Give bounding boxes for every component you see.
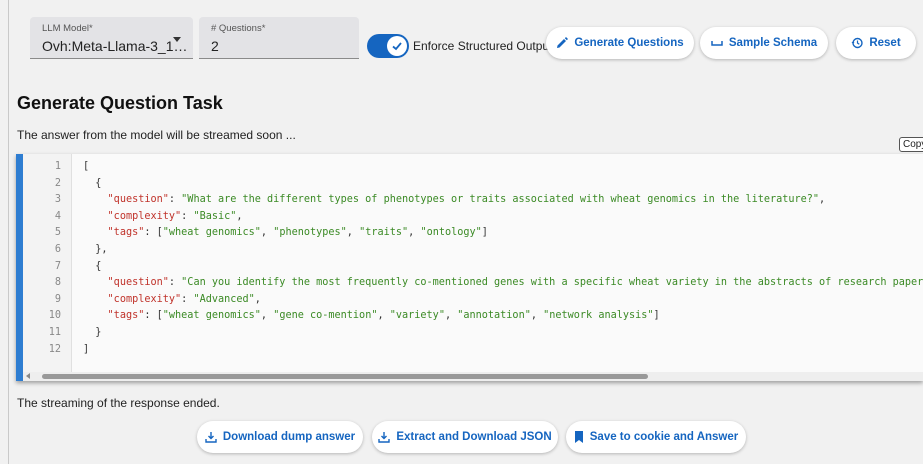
code-text: { [83,260,102,272]
generate-questions-button[interactable]: Generate Questions [546,27,694,59]
code-line: 6 }, [16,242,923,259]
code-line: 5 "tags": ["wheat genomics", "phenotypes… [16,225,923,242]
line-number: 4 [54,210,61,222]
bookmark-icon [574,431,584,443]
stream-status-text: The answer from the model will be stream… [17,128,296,142]
code-text: "complexity": "Basic", [107,210,243,222]
code-line: 8 "question": "Can you identify the most… [16,275,923,292]
line-number: 3 [54,194,61,206]
line-number: 1 [54,161,61,172]
code-text: }, [83,243,108,255]
download-dump-label: Download dump answer [222,431,356,443]
llm-model-value: Ovh:Meta-Llama-3_1… [42,38,188,54]
line-number: 8 [54,277,61,289]
history-icon [851,37,864,49]
code-line: 2 { [16,176,923,193]
code-text: "tags": ["wheat genomics", "gene co-ment… [107,310,660,322]
enforce-structured-output-label: Enforce Structured Output [413,39,553,53]
code-line: 3 "question": "What are the different ty… [16,192,923,209]
code-line: 11 } [16,325,923,342]
save-to-cookie-label: Save to cookie and Answer [589,431,739,443]
llm-model-label: LLM Model* [42,23,93,34]
space-bar-icon [711,39,723,47]
stream-ended-text: The streaming of the response ended. [17,396,220,410]
sample-schema-label: Sample Schema [728,37,818,49]
copy-button[interactable]: Copy [899,137,923,152]
line-number: 9 [54,293,61,305]
llm-model-select[interactable]: LLM Model* Ovh:Meta-Llama-3_1… [30,17,193,59]
code-text: [ [83,161,90,172]
line-number: 5 [54,227,61,239]
code-text: "question": "What are the different type… [107,194,826,206]
page-title: Generate Question Task [17,93,223,113]
code-line: 9 "complexity": "Advanced", [16,292,923,309]
code-text: ] [83,343,90,355]
line-number: 11 [48,326,61,338]
code-line: 1[ [16,159,923,176]
questions-count-label: # Questions* [211,23,266,34]
extract-download-json-button[interactable]: Extract and Download JSON [372,421,558,453]
code-text: "complexity": "Advanced", [107,293,261,305]
download-icon [205,431,217,443]
code-text: { [83,177,102,189]
line-number: 2 [54,177,61,189]
line-number: 7 [54,260,61,272]
line-number: 10 [48,310,61,322]
code-line: 7 { [16,259,923,276]
code-text: } [83,326,102,338]
code-lines: 1[2 {3 "question": "What are the differe… [16,159,923,358]
check-icon [387,36,407,56]
scroll-left-icon[interactable] [26,373,30,379]
download-dump-button[interactable]: Download dump answer [197,421,363,453]
questions-count-value: 2 [211,38,219,54]
code-text: "tags": ["wheat genomics", "phenotypes",… [107,227,488,239]
line-number: 12 [48,343,61,355]
reset-button[interactable]: Reset [836,27,916,59]
download-icon [378,431,391,443]
sample-schema-button[interactable]: Sample Schema [700,27,828,59]
reset-label: Reset [869,37,901,49]
line-number: 6 [54,243,61,255]
enforce-structured-output-toggle[interactable] [367,34,409,58]
extract-download-json-label: Extract and Download JSON [396,431,552,443]
code-line: 12] [16,342,923,359]
save-to-cookie-button[interactable]: Save to cookie and Answer [566,421,746,453]
code-text: "question": "Can you identify the most f… [107,277,923,289]
code-line: 10 "tags": ["wheat genomics", "gene co-m… [16,308,923,325]
chevron-down-icon[interactable] [173,37,181,42]
questions-count-field[interactable]: # Questions* 2 [199,17,359,59]
generate-questions-label: Generate Questions [574,37,684,49]
horizontal-scrollbar-thumb[interactable] [42,374,648,379]
pencil-icon [556,37,569,49]
json-code-block: 1[2 {3 "question": "What are the differe… [16,154,923,381]
code-line: 4 "complexity": "Basic", [16,209,923,226]
left-border [8,0,9,464]
